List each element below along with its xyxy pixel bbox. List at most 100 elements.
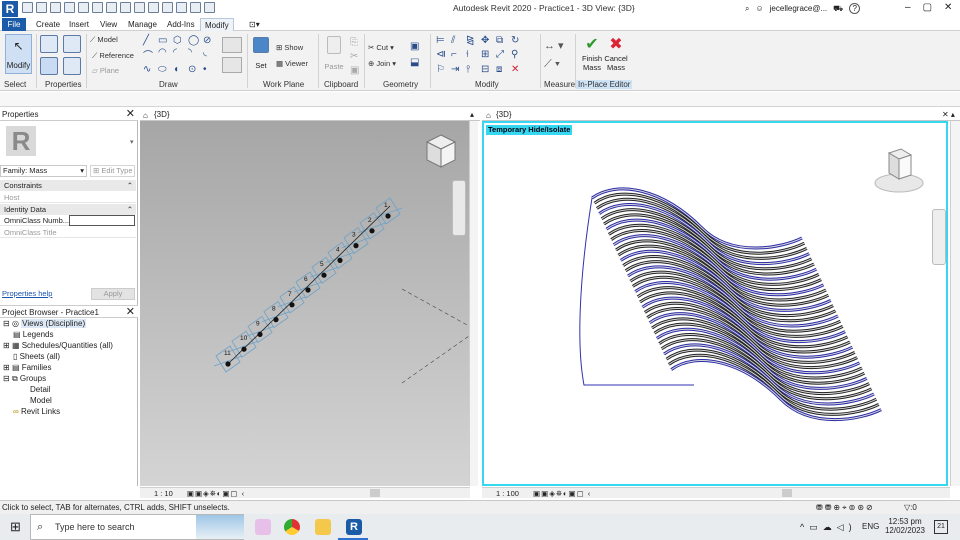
profile-point[interactable] [241, 346, 247, 352]
close-properties-icon[interactable]: ✕ [126, 108, 135, 120]
trim-icon[interactable]: ⌐ [451, 49, 465, 62]
constraints-section[interactable]: Constraints ⌃ [0, 180, 136, 191]
draw-polygon-icon[interactable]: ⬡ [173, 35, 187, 46]
profile-point[interactable] [305, 287, 311, 293]
revit-taskbar-icon[interactable]: R [346, 519, 362, 535]
right-scale[interactable]: 1 : 100 [496, 489, 519, 498]
tree-item-groups[interactable]: ⊟ ⧉ Groups [3, 373, 46, 384]
view-controls-icon-2[interactable]: ▣▣◈⛯◐▣▢ ‹ [533, 489, 591, 498]
profile-point[interactable] [321, 272, 327, 278]
profile-point[interactable] [273, 317, 279, 323]
left-vertical-scrollbar[interactable] [469, 121, 478, 486]
close-hidden-icon[interactable] [190, 2, 201, 13]
align-icon[interactable]: ⊨ [436, 35, 450, 48]
binoculars-icon[interactable]: ⌕ [745, 4, 749, 14]
redo-icon[interactable] [78, 2, 89, 13]
draw-circle2-icon[interactable]: ⊘ [203, 35, 217, 46]
minimize-icon[interactable]: – [905, 2, 911, 13]
pin-icon[interactable]: ⚲ [511, 49, 525, 62]
tab-modify[interactable]: Modify [200, 18, 234, 31]
properties-icon[interactable] [40, 57, 58, 77]
open-icon[interactable] [22, 2, 33, 13]
edit-type-button[interactable]: ⊞ Edit Type [90, 165, 135, 177]
apply-button[interactable]: Apply [91, 288, 135, 300]
switch-windows-icon[interactable] [204, 2, 215, 13]
revit-logo-icon[interactable]: R [2, 1, 18, 17]
left-scale[interactable]: 1 : 10 [154, 489, 173, 498]
profile-point[interactable] [369, 228, 375, 234]
tab-insert[interactable]: Insert [65, 18, 93, 31]
viewcube[interactable] [425, 133, 457, 169]
scale-icon[interactable]: ⤢ [496, 49, 510, 62]
draw-ellipse-icon[interactable]: ⬭ [158, 64, 172, 75]
h-scroll-thumb-2[interactable] [782, 489, 792, 497]
draw-partial-ellipse-icon[interactable]: ◖ [173, 64, 187, 75]
tab-view[interactable]: View [96, 18, 121, 31]
tab-file[interactable]: File [2, 18, 26, 31]
tree-item-views[interactable]: ⊟ ◎ Views (Discipline) [3, 318, 87, 329]
reference-line-button[interactable]: ⟋ Reference [92, 51, 134, 61]
mirror-icon[interactable]: ⧎ [466, 35, 480, 48]
language-indicator[interactable]: ENG [862, 522, 879, 531]
set-workplane-button[interactable]: Set [252, 37, 270, 70]
close-icon[interactable]: ✕ [944, 2, 952, 13]
join-button[interactable]: ⊕ Join ▾ [368, 59, 396, 68]
cancel-mass-button[interactable]: ✖ Cancel Mass [603, 36, 629, 72]
windows-start-icon[interactable]: ⊞ [10, 520, 21, 534]
file-explorer-icon[interactable] [315, 519, 331, 535]
viewer-button[interactable]: ▦ Viewer [276, 59, 308, 68]
profile-point[interactable] [353, 243, 359, 249]
split-icon[interactable]: ⫮ [466, 49, 480, 62]
right-view-tab[interactable]: {3D} [482, 108, 960, 121]
left-view-tab[interactable]: {3D} [140, 108, 480, 121]
draw-fillet-icon[interactable]: ◟ [203, 47, 217, 62]
cart-icon[interactable]: ⛟ [833, 4, 843, 14]
paint-icon[interactable]: ⬓ [410, 57, 419, 68]
tray-icons[interactable]: ^▭☁◁) [800, 522, 857, 533]
help-icon[interactable]: ? [849, 3, 861, 14]
cut-button[interactable]: ✂ Cut ▾ [368, 43, 394, 52]
right-3d-viewport[interactable]: Temporary Hide/Isolate [482, 121, 948, 486]
close-browser-icon[interactable]: ✕ [126, 306, 135, 318]
notification-icon[interactable]: 21 [934, 520, 948, 534]
viewcube-right[interactable] [869, 147, 924, 195]
scroll-up-icon[interactable]: ▴ [470, 110, 474, 119]
right-vertical-scrollbar[interactable] [950, 121, 960, 486]
group-icon[interactable]: ⧈ [496, 64, 510, 77]
navigation-bar[interactable] [452, 180, 466, 236]
profile-point[interactable] [257, 331, 263, 337]
modify-button[interactable]: ↖ Modify [5, 34, 32, 74]
draw-rect-icon[interactable]: ▭ [158, 35, 172, 46]
family-category-icon[interactable] [63, 57, 81, 77]
undo-icon[interactable] [64, 2, 75, 13]
mirror2-icon[interactable]: ⧏ [436, 49, 450, 62]
tab-add-ins[interactable]: Add-Ins [163, 18, 199, 31]
close-view-icon[interactable]: ✕ ▴ [942, 110, 955, 119]
thin-lines-icon[interactable] [176, 2, 187, 13]
chrome-icon[interactable] [284, 519, 300, 535]
navigation-bar-right[interactable] [932, 209, 946, 265]
app-icon[interactable] [255, 519, 271, 535]
extend-icon[interactable]: ⇥ [451, 64, 465, 77]
copy-tool-icon[interactable]: ⧉ [496, 35, 510, 48]
identity-section[interactable]: Identity Data ⌃ [0, 204, 136, 215]
draw-spline-icon[interactable]: ∿ [143, 64, 157, 75]
print-icon[interactable] [92, 2, 103, 13]
profile-point[interactable] [385, 213, 391, 219]
properties-help-link[interactable]: Properties help [2, 289, 52, 298]
tab-manage[interactable]: Manage [124, 18, 161, 31]
move-icon[interactable]: ✥ [481, 35, 495, 48]
profile-point[interactable] [337, 257, 343, 263]
array2-icon[interactable]: ⊟ [481, 64, 495, 77]
clock[interactable]: 12:53 pm 12/02/2023 [883, 517, 927, 535]
plane-button[interactable]: ▱ Plane [92, 66, 119, 75]
tree-item-legends[interactable]: ▤ Legends [13, 329, 53, 340]
tree-item-detail[interactable]: Detail [30, 384, 50, 395]
draw-arc2-icon[interactable]: ◠ [158, 47, 172, 62]
unpin-icon[interactable]: ⚐ [436, 64, 450, 77]
draw-line-icon[interactable]: ╱ [143, 35, 157, 46]
copy-icon[interactable]: ⎘ ✂ ▣ [350, 36, 359, 78]
type-scroll-icon[interactable]: ▾ [130, 138, 134, 146]
pick-faces-icon[interactable] [222, 57, 242, 73]
text-icon[interactable] [134, 2, 145, 13]
